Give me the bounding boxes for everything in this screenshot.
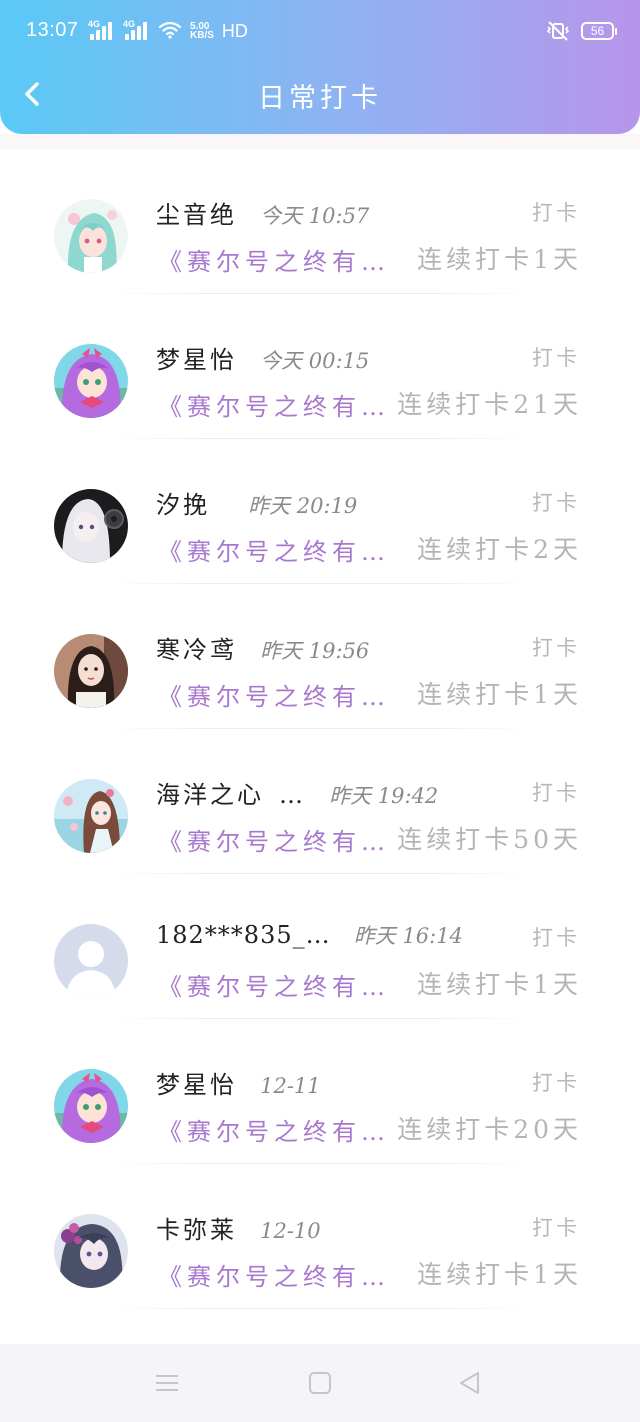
- list-item[interactable]: 卡弥莱 12-10 打卡 《赛尔号之终有… 连续打卡1天: [0, 1164, 640, 1309]
- hd-indicator: HD: [221, 21, 248, 41]
- user-name[interactable]: 海洋之心_…: [156, 781, 306, 807]
- vibrate-mute-icon: [546, 21, 570, 41]
- book-title-link[interactable]: 《赛尔号之终有…: [158, 1112, 390, 1147]
- user-name[interactable]: 182***835_…: [156, 921, 331, 949]
- streak-text: 连续打卡21天: [397, 390, 582, 419]
- book-title-link[interactable]: 《赛尔号之终有…: [158, 1257, 390, 1292]
- list-item[interactable]: 尘音绝 今天 10:57 打卡 《赛尔号之终有… 连续打卡1天: [0, 149, 640, 294]
- checkin-label: 打卡: [532, 1071, 580, 1095]
- checkin-time: 今天 00:15: [260, 349, 370, 372]
- list-item[interactable]: 汐挽_ 昨天 20:19 打卡 《赛尔号之终有… 连续打卡2天: [0, 439, 640, 584]
- streak-text: 连续打卡20天: [397, 1115, 582, 1144]
- name-line: 梦星怡 今天 00:15: [156, 340, 536, 372]
- streak-text: 连续打卡1天: [417, 245, 582, 274]
- list-item[interactable]: 梦星怡 12-11 打卡 《赛尔号之终有… 连续打卡20天: [0, 1019, 640, 1164]
- signal-strength-icon: 4G: [88, 20, 115, 40]
- streak-text: 连续打卡2天: [417, 535, 582, 564]
- checkin-time: 12-11: [260, 1074, 321, 1097]
- name-line: 汐挽_ 昨天 20:19: [156, 485, 536, 517]
- book-title-link[interactable]: 《赛尔号之终有…: [158, 532, 390, 567]
- checkin-time: 昨天 16:14: [353, 924, 463, 948]
- book-title-link[interactable]: 《赛尔号之终有…: [158, 967, 390, 1002]
- avatar[interactable]: [54, 924, 128, 998]
- name-line: 182***835_… 昨天 16:14: [156, 920, 536, 952]
- checkin-label: 打卡: [532, 346, 580, 370]
- anime-girl-flowers-icon: [54, 779, 128, 853]
- anime-girl-teal-hair-icon: [54, 199, 128, 273]
- signal-strength-icon-2: 4G: [123, 20, 150, 40]
- avatar[interactable]: [54, 344, 128, 418]
- name-line: 卡弥莱 12-10: [156, 1210, 536, 1242]
- avatar[interactable]: [54, 1069, 128, 1143]
- streak-text: 连续打卡1天: [417, 680, 582, 709]
- menu-icon[interactable]: [153, 1369, 181, 1397]
- user-name[interactable]: 梦星怡: [156, 1071, 237, 1097]
- status-time: 13:07: [26, 19, 79, 41]
- checkin-time: 今天 10:57: [260, 204, 370, 227]
- book-title-link[interactable]: 《赛尔号之终有…: [158, 677, 390, 712]
- streak-text: 连续打卡1天: [417, 970, 582, 999]
- anime-girl-purple-hair-icon: [54, 1069, 128, 1143]
- battery-icon: 56: [581, 22, 617, 40]
- divider: [108, 1308, 532, 1309]
- status-bar: 13:07 4G 4G 5.00 KB/S HD 56: [0, 0, 640, 62]
- user-name[interactable]: 卡弥莱: [156, 1216, 237, 1242]
- home-icon[interactable]: [306, 1369, 334, 1397]
- wifi-icon: [158, 21, 182, 39]
- avatar[interactable]: [54, 1214, 128, 1288]
- book-title-link[interactable]: 《赛尔号之终有…: [158, 822, 390, 857]
- streak-text: 连续打卡50天: [397, 825, 582, 854]
- book-title-link[interactable]: 《赛尔号之终有…: [158, 242, 390, 277]
- network-type-label: 4G: [88, 19, 101, 29]
- user-name[interactable]: 梦星怡: [156, 346, 237, 372]
- anime-girl-purple-hair-icon: [54, 344, 128, 418]
- header-gradient-background: 13:07 4G 4G 5.00 KB/S HD 56 日常打卡: [0, 0, 640, 134]
- avatar[interactable]: [54, 199, 128, 273]
- avatar[interactable]: [54, 489, 128, 563]
- back-triangle-icon[interactable]: [456, 1369, 484, 1397]
- avatar[interactable]: [54, 779, 128, 853]
- status-left-icons: 4G 4G 5.00 KB/S HD: [88, 20, 248, 41]
- checkin-label: 打卡: [532, 201, 580, 225]
- photo-girl-icon: [54, 634, 128, 708]
- checkin-time: 昨天 19:42: [329, 784, 439, 807]
- default-user-icon: [54, 924, 128, 998]
- header-separator: [0, 134, 640, 149]
- checkin-label: 打卡: [532, 636, 580, 660]
- user-name[interactable]: 尘音绝: [156, 201, 237, 227]
- status-right-icons: 56: [545, 21, 617, 41]
- anime-girl-dark-hair-icon: [54, 1214, 128, 1288]
- checkin-time: 昨天 19:56: [260, 639, 370, 662]
- list-item[interactable]: 182***835_… 昨天 16:14 打卡 《赛尔号之终有… 连续打卡1天: [0, 874, 640, 1019]
- user-name[interactable]: 汐挽_: [156, 491, 225, 517]
- streak-text: 连续打卡1天: [417, 1260, 582, 1289]
- anime-girl-white-hair-icon: [54, 489, 128, 563]
- checkin-time: 12-10: [260, 1219, 321, 1242]
- checkin-list: 尘音绝 今天 10:57 打卡 《赛尔号之终有… 连续打卡1天 梦星怡 今天 0…: [0, 149, 640, 1309]
- user-name[interactable]: 寒冷鸢: [156, 636, 237, 662]
- nav-bar: 日常打卡: [0, 62, 640, 126]
- book-title-link[interactable]: 《赛尔号之终有…: [158, 387, 390, 422]
- avatar[interactable]: [54, 634, 128, 708]
- checkin-label: 打卡: [532, 1216, 580, 1240]
- list-item[interactable]: 梦星怡 今天 00:15 打卡 《赛尔号之终有… 连续打卡21天: [0, 294, 640, 439]
- speed-unit: KB/S: [190, 30, 214, 41]
- name-line: 尘音绝 今天 10:57: [156, 195, 536, 227]
- name-line: 梦星怡 12-11: [156, 1065, 536, 1097]
- name-line: 寒冷鸢 昨天 19:56: [156, 630, 536, 662]
- checkin-label: 打卡: [532, 781, 580, 805]
- name-line: 海洋之心_… 昨天 19:42: [156, 775, 536, 807]
- checkin-label: 打卡: [532, 491, 580, 515]
- page-title: 日常打卡: [258, 83, 382, 114]
- list-item[interactable]: 海洋之心_… 昨天 19:42 打卡 《赛尔号之终有… 连续打卡50天: [0, 729, 640, 874]
- list-item[interactable]: 寒冷鸢 昨天 19:56 打卡 《赛尔号之终有… 连续打卡1天: [0, 584, 640, 729]
- system-navigation-bar: [0, 1344, 640, 1422]
- network-speed: 5.00 KB/S: [190, 22, 214, 41]
- checkin-label: 打卡: [532, 926, 580, 950]
- network-type-label-2: 4G: [123, 19, 136, 29]
- checkin-time: 昨天 20:19: [248, 494, 358, 517]
